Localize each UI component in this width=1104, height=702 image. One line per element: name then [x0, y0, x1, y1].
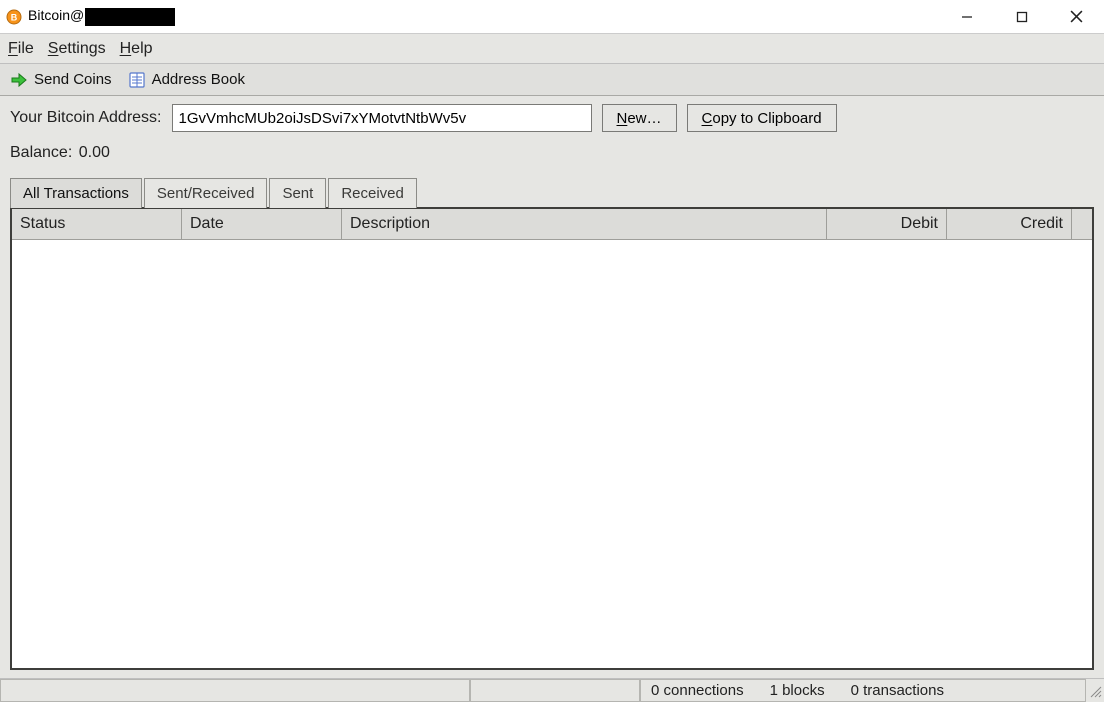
- send-coins-label: Send Coins: [34, 71, 112, 88]
- toolbar: Send Coins Address Book: [0, 64, 1104, 96]
- maximize-icon: [1016, 11, 1028, 23]
- redacted-block: [85, 8, 175, 26]
- tab-sentreceived-label: Sent/Received: [157, 185, 255, 202]
- titlebar: B Bitcoin@: [0, 0, 1104, 34]
- window-title: Bitcoin@: [28, 7, 175, 25]
- column-debit[interactable]: Debit: [827, 209, 947, 239]
- tab-received[interactable]: Received: [328, 178, 417, 208]
- column-status[interactable]: Status: [12, 209, 182, 239]
- menu-settings[interactable]: Settings: [48, 40, 106, 58]
- menu-file[interactable]: File: [8, 40, 34, 58]
- balance-row: Balance: 0.00: [10, 144, 1094, 162]
- arrow-right-icon: [10, 71, 28, 89]
- tab-sent-received[interactable]: Sent/Received: [144, 178, 268, 208]
- status-blocks: 1 blocks: [770, 682, 825, 699]
- balance-label: Balance:: [10, 144, 72, 161]
- address-book-label: Address Book: [152, 71, 245, 88]
- resize-grip[interactable]: [1086, 682, 1104, 700]
- main-content: Your Bitcoin Address: New… Copy to Clipb…: [0, 96, 1104, 678]
- bitcoin-address-input[interactable]: [172, 104, 592, 132]
- status-transactions: 0 transactions: [851, 682, 944, 699]
- send-coins-button[interactable]: Send Coins: [6, 69, 116, 91]
- address-book-button[interactable]: Address Book: [124, 69, 249, 91]
- status-mid: [470, 679, 640, 702]
- balance-value: 0.00: [79, 144, 110, 161]
- new-address-button[interactable]: New…: [602, 104, 677, 132]
- column-description[interactable]: Description: [342, 209, 827, 239]
- transactions-table: Status Date Description Debit Credit: [10, 207, 1094, 670]
- column-date[interactable]: Date: [182, 209, 342, 239]
- transaction-tabs: All Transactions Sent/Received Sent Rece…: [10, 178, 1094, 208]
- address-label: Your Bitcoin Address:: [10, 109, 162, 127]
- resize-grip-icon: [1088, 684, 1102, 698]
- copy-clipboard-button[interactable]: Copy to Clipboard: [687, 104, 837, 132]
- tab-all-label: All Transactions: [23, 185, 129, 202]
- column-scroll-spacer: [1072, 209, 1092, 239]
- column-credit[interactable]: Credit: [947, 209, 1072, 239]
- table-body: [12, 240, 1092, 668]
- svg-text:B: B: [11, 12, 18, 22]
- close-button[interactable]: [1049, 0, 1104, 33]
- address-row: Your Bitcoin Address: New… Copy to Clipb…: [10, 104, 1094, 132]
- menu-help[interactable]: Help: [120, 40, 153, 58]
- tab-sent[interactable]: Sent: [269, 178, 326, 208]
- tab-sent-label: Sent: [282, 185, 313, 202]
- status-right: 0 connections 1 blocks 0 transactions: [640, 679, 1086, 702]
- window-title-prefix: Bitcoin@: [28, 7, 84, 23]
- address-book-icon: [128, 71, 146, 89]
- minimize-icon: [961, 11, 973, 23]
- bitcoin-icon: B: [6, 9, 22, 25]
- minimize-button[interactable]: [939, 0, 994, 33]
- status-left: [0, 679, 470, 702]
- window-controls: [939, 0, 1104, 33]
- menubar: File Settings Help: [0, 34, 1104, 64]
- table-header: Status Date Description Debit Credit: [12, 209, 1092, 240]
- status-connections: 0 connections: [651, 682, 744, 699]
- tab-received-label: Received: [341, 185, 404, 202]
- maximize-button[interactable]: [994, 0, 1049, 33]
- close-icon: [1070, 10, 1083, 23]
- tab-all-transactions[interactable]: All Transactions: [10, 178, 142, 208]
- statusbar: 0 connections 1 blocks 0 transactions: [0, 678, 1104, 702]
